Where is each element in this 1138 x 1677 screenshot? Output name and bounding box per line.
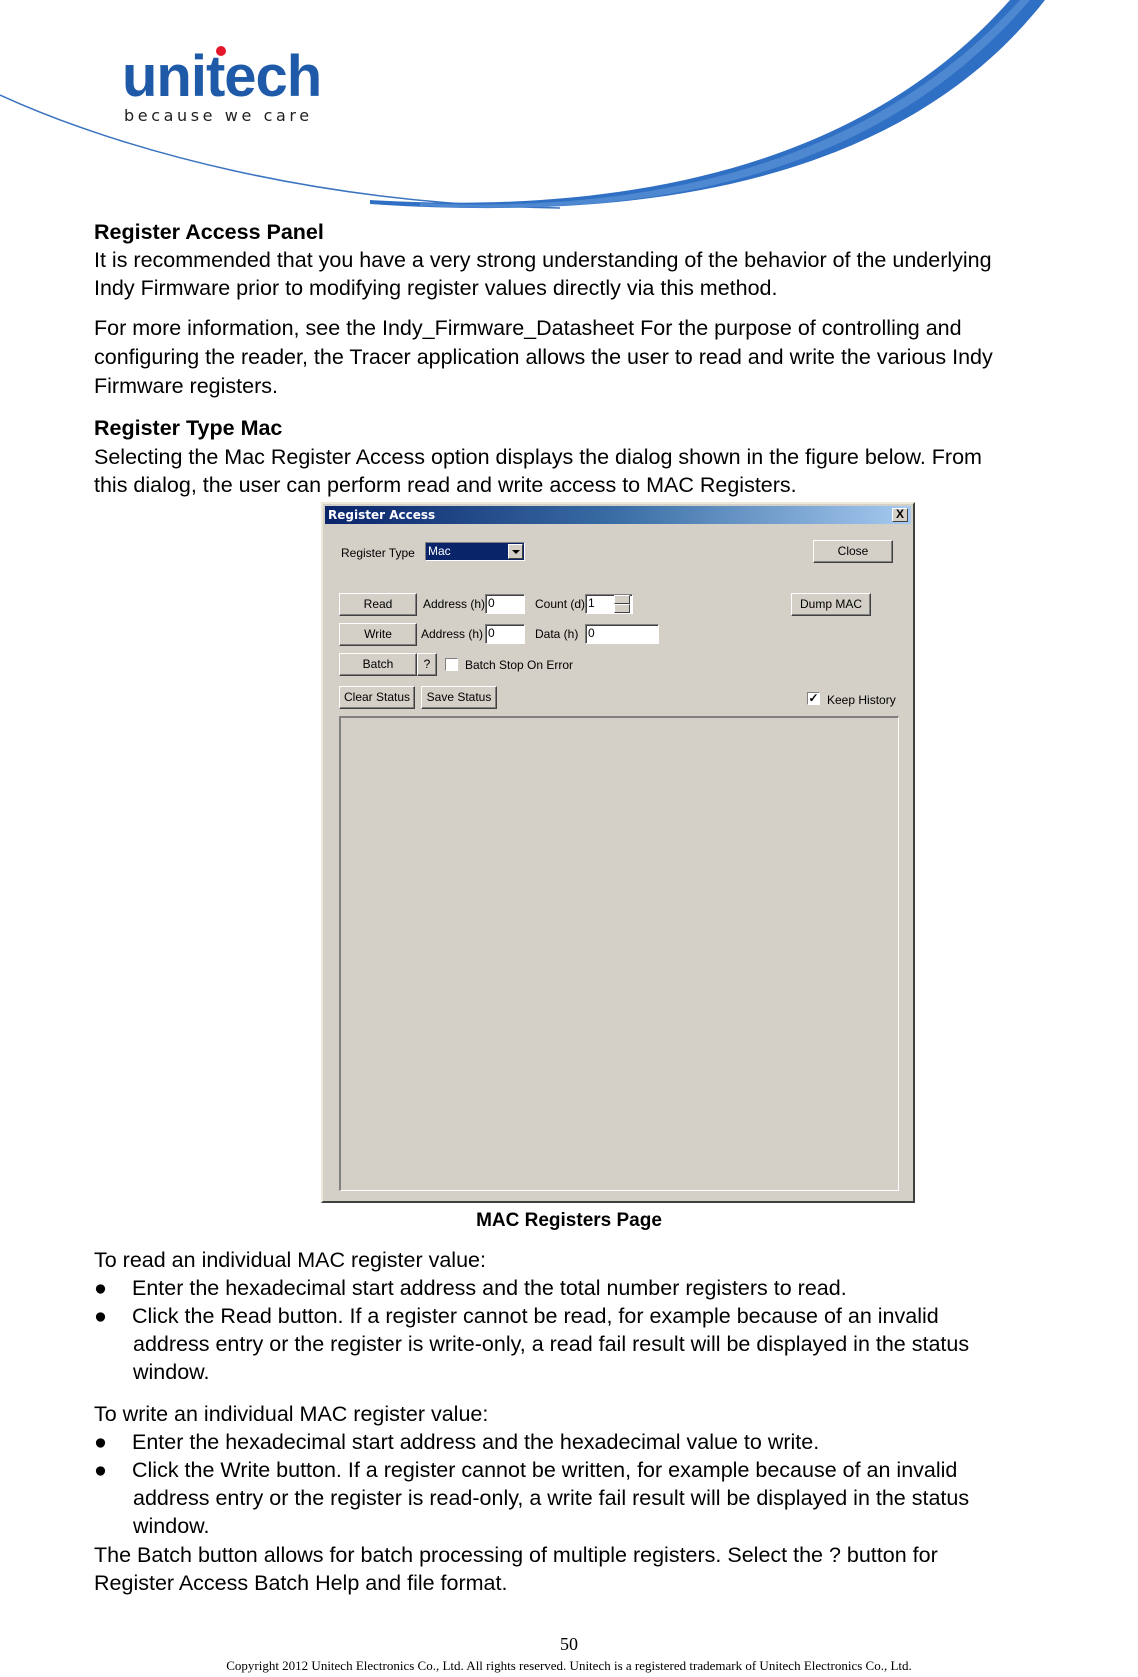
figure-caption: MAC Registers Page — [476, 1210, 662, 1231]
register-type-label: Register Type — [341, 546, 415, 560]
section2-line: Selecting the Mac Register Access option… — [94, 445, 982, 469]
count-value: 1 — [588, 596, 595, 610]
batch-button[interactable]: Batch — [339, 653, 417, 676]
write-button[interactable]: Write — [339, 623, 417, 646]
data-input[interactable]: 0 — [585, 624, 659, 644]
checkmark-icon: ✓ — [808, 691, 819, 705]
dump-mac-button[interactable]: Dump MAC — [791, 593, 871, 616]
read-bullet-2-cont: address entry or the register is write-o… — [133, 1332, 970, 1356]
page-number: 50 — [560, 1634, 578, 1654]
register-type-select[interactable]: Mac — [425, 542, 525, 561]
status-window[interactable] — [339, 716, 899, 1191]
count-label: Count (d) — [535, 597, 586, 611]
heading-register-access-panel: Register Access Panel — [94, 220, 324, 244]
para2-line: For more information, see the Indy_Firmw… — [94, 316, 962, 340]
bullet-icon: ● — [94, 1430, 107, 1454]
batch-help-button[interactable]: ? — [417, 653, 437, 676]
batch-stop-checkbox[interactable] — [445, 658, 458, 671]
batch-para-line: The Batch button allows for batch proces… — [94, 1543, 938, 1567]
write-bullet-2: ● Click the Write button. If a register c… — [94, 1458, 958, 1482]
read-bullet-1: ● Enter the hexadecimal start address and… — [94, 1276, 847, 1300]
copyright-footer: Copyright 2012 Unitech Electronics Co., … — [226, 1658, 912, 1673]
write-bullet-2-cont: window. — [133, 1514, 210, 1538]
para1-line: Indy Firmware prior to modifying registe… — [94, 276, 778, 300]
heading-register-type-mac: Register Type Mac — [94, 416, 283, 440]
write-bullet-2-cont: address entry or the register is read-on… — [133, 1486, 970, 1510]
para1-line: It is recommended that you have a very s… — [94, 248, 992, 272]
spin-up-icon[interactable] — [614, 595, 630, 604]
read-address-input[interactable]: 0 — [485, 594, 525, 614]
count-spinner[interactable] — [614, 595, 630, 613]
read-button[interactable]: Read — [339, 593, 417, 616]
unitech-logo: unitech because we care — [122, 44, 322, 125]
read-bullet-2-cont: window. — [133, 1360, 210, 1384]
bullet-icon: ● — [94, 1276, 107, 1300]
save-status-button[interactable]: Save Status — [421, 686, 497, 709]
batch-stop-label: Batch Stop On Error — [465, 658, 574, 672]
close-button[interactable]: Close — [813, 540, 893, 563]
write-intro: To write an individual MAC register valu… — [94, 1402, 489, 1426]
chevron-down-icon[interactable] — [508, 544, 523, 559]
keep-history-label: Keep History — [827, 693, 896, 707]
thick-swoosh-band — [370, 0, 1045, 209]
read-address-label: Address (h) — [423, 597, 486, 611]
close-icon[interactable]: X — [892, 508, 908, 522]
clear-status-button[interactable]: Clear Status — [339, 686, 415, 709]
read-bullet-2: ● Click the Read button. If a register ca… — [94, 1304, 939, 1328]
dialog-titlebar: Register Access X — [325, 506, 911, 524]
para2-line: Firmware registers. — [94, 374, 278, 398]
write-address-label: Address (h) — [421, 627, 484, 641]
register-type-value: Mac — [428, 544, 451, 558]
spin-down-icon[interactable] — [614, 604, 630, 613]
write-bullet-1: ● Enter the hexadecimal start address and… — [94, 1430, 820, 1454]
write-address-input[interactable]: 0 — [485, 624, 525, 644]
logo-red-dot — [216, 46, 226, 56]
logo-wordmark: unitech — [122, 44, 322, 109]
data-label: Data (h) — [535, 627, 579, 641]
register-access-dialog: Register Access X Register Type Mac Clos… — [321, 502, 915, 1203]
bullet-icon: ● — [94, 1304, 107, 1328]
para2-line: configuring the reader, the Tracer appli… — [94, 345, 993, 369]
batch-para-line: Register Access Batch Help and file form… — [94, 1571, 508, 1595]
section2-line: this dialog, the user can perform read a… — [94, 473, 797, 497]
read-intro: To read an individual MAC register value… — [94, 1248, 486, 1272]
bullet-icon: ● — [94, 1458, 107, 1482]
dialog-title: Register Access — [328, 508, 436, 522]
keep-history-checkbox[interactable]: ✓ — [807, 692, 820, 705]
